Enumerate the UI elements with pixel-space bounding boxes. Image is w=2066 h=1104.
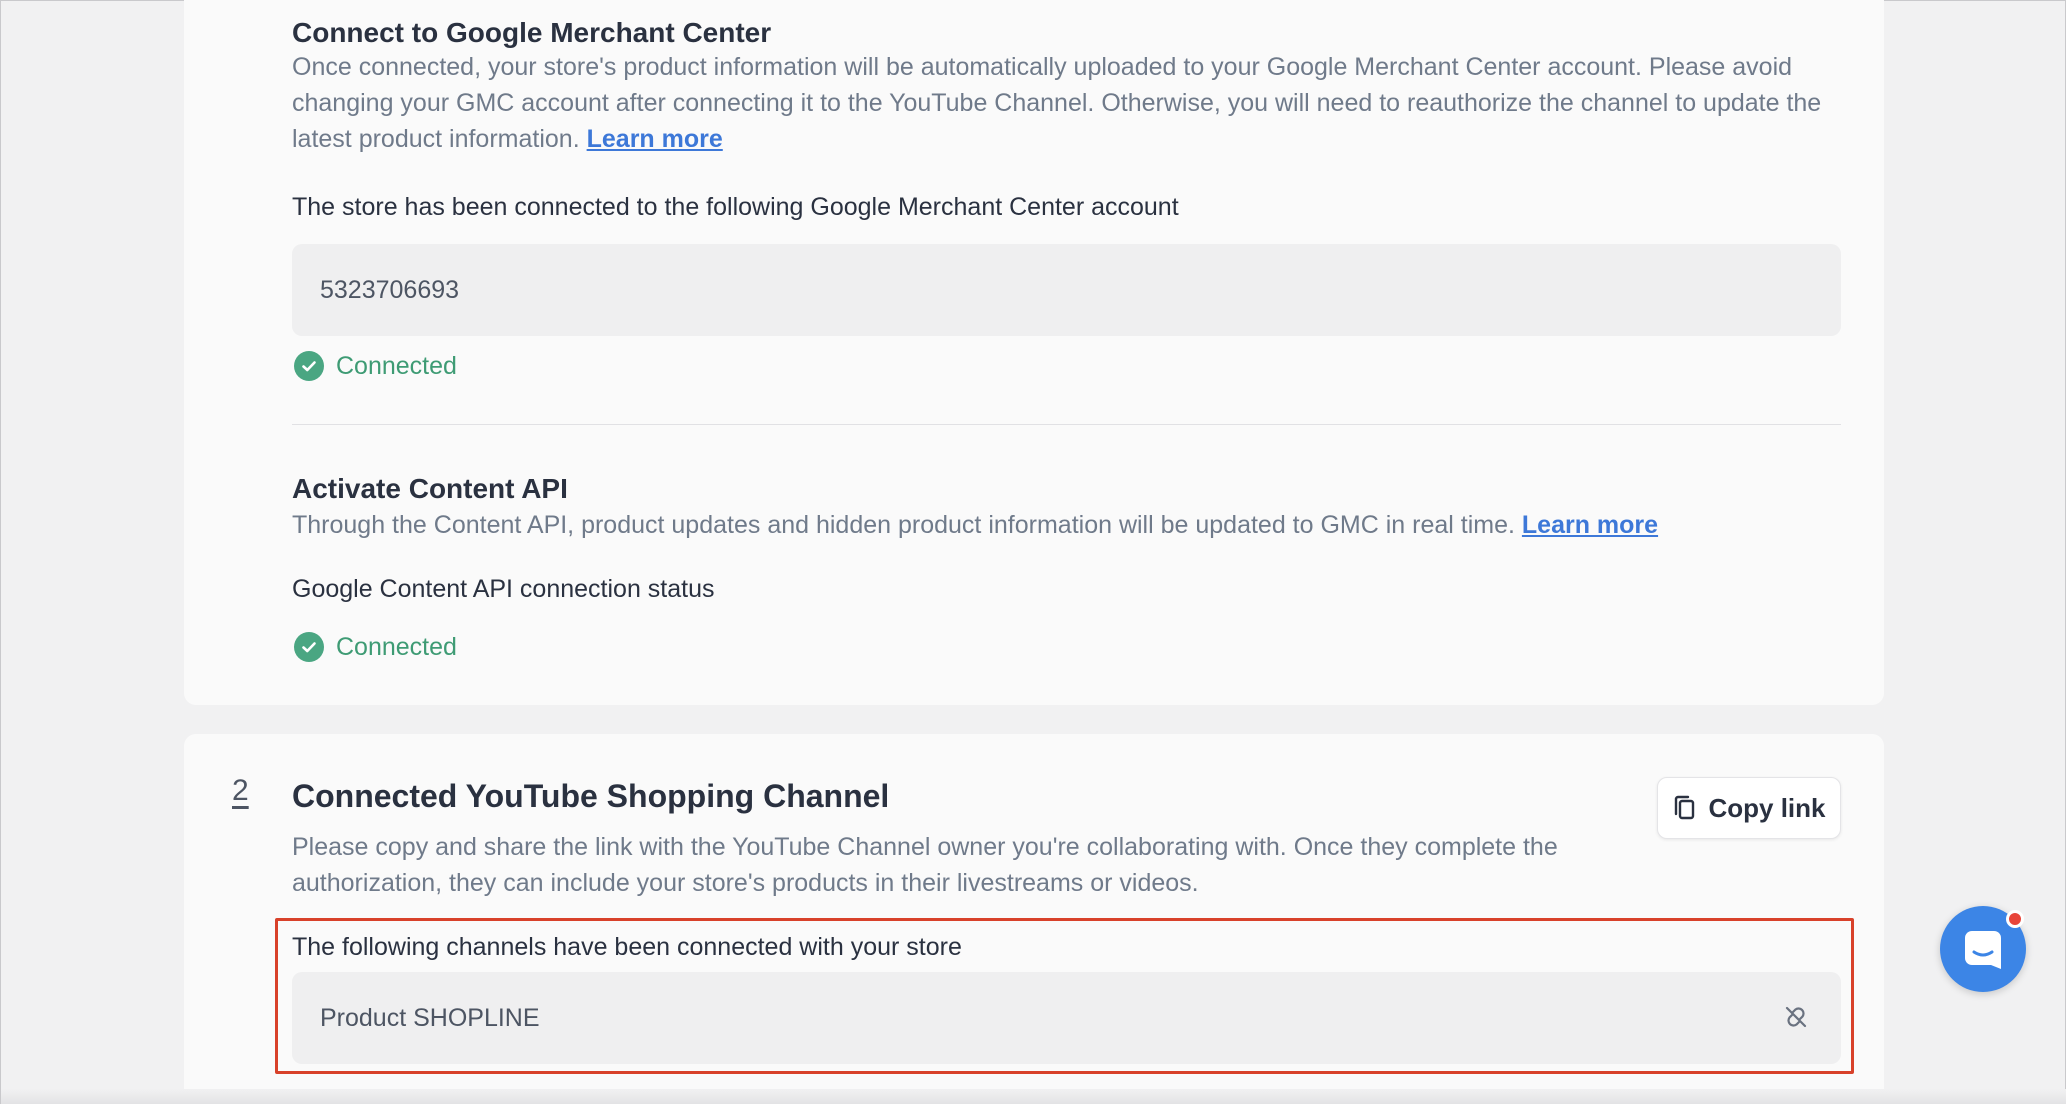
content-api-learn-more-link[interactable]: Learn more [1522,511,1658,539]
step-number: 2 [232,774,249,807]
notification-dot [2006,910,2024,928]
section-divider [292,424,1841,425]
copy-link-button[interactable]: Copy link [1657,777,1841,839]
chat-button[interactable] [1940,906,2026,992]
youtube-description: Please copy and share the link with the … [292,833,1558,897]
content-api-status-text: Connected [336,632,457,661]
check-circle-icon [294,351,324,381]
copy-link-label: Copy link [1708,792,1826,823]
gmc-learn-more-link[interactable]: Learn more [587,125,723,153]
bottom-shade [1,1089,2066,1104]
gmc-account-field: 5323706693 [292,244,1841,336]
chat-icon [1965,931,2001,969]
content-api-status-label: Google Content API connection status [292,575,715,603]
gmc-account-label: The store has been connected to the foll… [292,193,1179,221]
gmc-title: Connect to Google Merchant Center [292,17,772,48]
highlight-box [275,918,1854,1074]
content-api-title: Activate Content API [292,473,568,504]
youtube-title: Connected YouTube Shopping Channel [292,778,890,814]
check-circle-icon [294,632,324,662]
gmc-status: Connected [294,351,457,381]
gmc-card: Connect to Google Merchant Center Once c… [184,0,1884,705]
gmc-account-id: 5323706693 [320,275,460,304]
content-api-description: Through the Content API, product updates… [292,511,1659,539]
content-api-status: Connected [294,632,457,662]
gmc-description: Once connected, your store's product inf… [292,53,1822,153]
copy-icon [1675,795,1695,820]
gmc-status-text: Connected [336,351,457,380]
